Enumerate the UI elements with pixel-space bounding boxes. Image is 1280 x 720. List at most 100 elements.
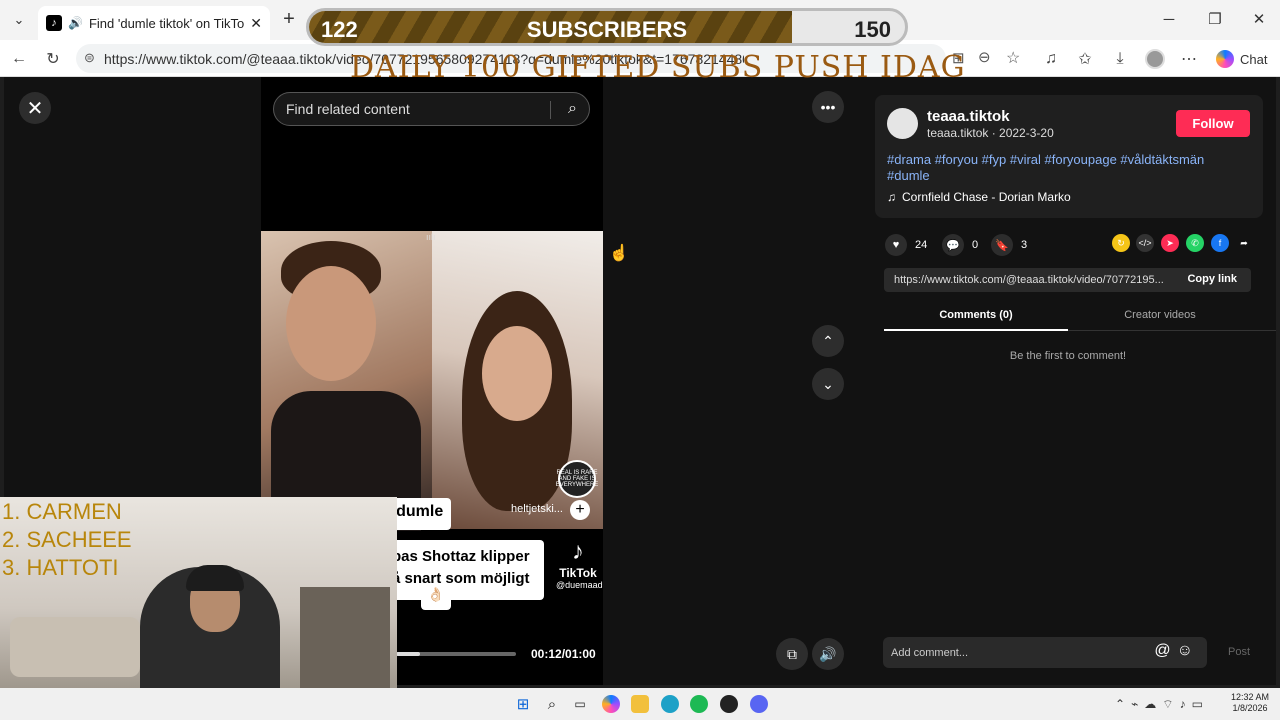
file-explorer-icon[interactable]: [631, 695, 649, 713]
like-stat[interactable]: ♥ 24: [885, 234, 927, 256]
discord-icon[interactable]: [750, 695, 768, 713]
share-more-icon[interactable]: ➦: [1235, 234, 1253, 252]
favorite-star-icon[interactable]: ☆: [1006, 48, 1020, 68]
tab-close-icon[interactable]: ✕: [250, 15, 262, 32]
tray-battery-icon[interactable]: ▭: [1192, 697, 1209, 711]
profile-avatar[interactable]: [1145, 49, 1165, 69]
add-comment-input[interactable]: Add comment... @☺: [883, 637, 1207, 668]
like-count: 24: [915, 239, 928, 251]
save-stat[interactable]: 🔖 3: [991, 234, 1027, 256]
post-hashtags[interactable]: #drama #foryou #fyp #viral #foryoupage #…: [887, 152, 1247, 184]
previous-video-button[interactable]: ⌃: [812, 325, 844, 357]
copilot-icon: [1216, 50, 1234, 68]
creator-subline: teaaa.tiktok · 2022-3-20: [927, 126, 1054, 140]
close-viewer-button[interactable]: ✕: [19, 92, 51, 124]
media-icon[interactable]: ♫: [1040, 48, 1062, 70]
music-info[interactable]: ♫ Cornfield Chase - Dorian Marko: [887, 190, 1071, 204]
mouse-cursor-icon: ☝: [609, 245, 629, 262]
spotify-icon[interactable]: [690, 695, 708, 713]
next-video-button[interactable]: ⌄: [812, 368, 844, 400]
download-icon[interactable]: ⤓: [1109, 48, 1131, 70]
person-face: [482, 326, 552, 421]
volume-icon: 🔊: [819, 645, 837, 662]
comment-stat[interactable]: 💬 0: [942, 234, 978, 256]
video-progress-bar[interactable]: [396, 652, 516, 656]
clock-date: 1/8/2026: [1232, 703, 1268, 713]
follow-button[interactable]: Follow: [1176, 110, 1250, 137]
person-face: [286, 266, 376, 381]
edge-icon[interactable]: [661, 695, 679, 713]
comment-count: 0: [972, 239, 979, 251]
more-options-button[interactable]: •••: [812, 91, 844, 123]
emoji-icon[interactable]: ☺: [1177, 642, 1199, 659]
taskbar-clock[interactable]: 12:32 AM 1/8/2026: [1225, 692, 1275, 714]
tab-comments[interactable]: Comments (0): [884, 303, 1068, 331]
tiktok-favicon-icon: ♪: [46, 15, 62, 31]
tray-chevron-icon[interactable]: ⌃: [1115, 697, 1131, 711]
mention-icon[interactable]: @: [1154, 642, 1176, 659]
streamer-beanie: [186, 565, 244, 591]
copilot-chat-button[interactable]: Chat: [1210, 46, 1273, 72]
copilot-taskbar-icon[interactable]: [602, 695, 620, 713]
share-repost-icon[interactable]: ↻: [1112, 234, 1130, 252]
tray-volume-icon[interactable]: ♪: [1180, 697, 1192, 711]
comment-tabs: Comments (0) Creator videos: [884, 303, 1276, 331]
creator-username[interactable]: teaaa.tiktok: [927, 108, 1010, 125]
restore-icon[interactable]: ❐: [1192, 0, 1238, 38]
reload-icon[interactable]: ↻: [42, 48, 64, 70]
heart-icon: ♥: [885, 234, 907, 256]
caption-line-2: å snart som möjligt: [392, 570, 530, 587]
rank-1: 1. CARMEN: [2, 499, 122, 524]
favorites-icon[interactable]: ✩: [1074, 48, 1096, 70]
close-icon: ✕: [26, 97, 44, 120]
pip-icon: ⧉: [787, 645, 797, 662]
tray-cloud-icon[interactable]: ☁: [1144, 697, 1162, 711]
search-icon[interactable]: ⌕: [568, 100, 577, 118]
tray-wifi-icon[interactable]: ⌔: [1162, 697, 1179, 711]
rank-3: 3. HATTOTI: [2, 555, 119, 580]
watermark-handle: @duemaad: [556, 580, 603, 590]
caption-line-1: bas Shottaz klipper: [392, 548, 530, 565]
post-button[interactable]: Post: [1228, 646, 1250, 658]
share-send-icon[interactable]: ➤: [1161, 234, 1179, 252]
tab-list-chevron-icon[interactable]: ⌄: [8, 9, 30, 31]
music-title: Cornfield Chase - Dorian Marko: [902, 190, 1071, 204]
video-link: https://www.tiktok.com/@teaaa.tiktok/vid…: [894, 274, 1164, 286]
follow-plus-icon[interactable]: +: [570, 500, 590, 520]
window-close-icon[interactable]: ✕: [1236, 0, 1280, 38]
volume-button[interactable]: 🔊: [812, 638, 844, 670]
minimize-icon[interactable]: ─: [1146, 0, 1192, 38]
video-link-box[interactable]: https://www.tiktok.com/@teaaa.tiktok/vid…: [884, 268, 1251, 292]
copy-link-button[interactable]: Copy link: [1187, 273, 1237, 285]
shelf: [300, 587, 390, 697]
comment-icon: 💬: [942, 234, 964, 256]
watermark-brand: TikTok: [559, 566, 597, 580]
obs-icon[interactable]: [720, 695, 738, 713]
zoom-icon[interactable]: ⊖: [978, 48, 991, 66]
tab-creator-videos[interactable]: Creator videos: [1068, 303, 1252, 331]
share-whatsapp-icon[interactable]: ✆: [1186, 234, 1204, 252]
site-info-icon[interactable]: ⊜: [84, 50, 95, 66]
share-embed-icon[interactable]: </>: [1136, 234, 1154, 252]
clock-time: 12:32 AM: [1230, 692, 1270, 702]
video-time: 00:12/01:00: [531, 647, 596, 661]
creator-avatar[interactable]: [887, 108, 918, 139]
chevron-down-icon: ⌄: [822, 375, 834, 392]
windows-start-icon[interactable]: ⊞: [514, 695, 532, 713]
new-tab-icon[interactable]: +: [278, 8, 300, 30]
browser-tab-active[interactable]: ♪ 🔊 Find 'dumle tiktok' on TikTok | ✕: [38, 6, 270, 40]
more-dots-icon: •••: [820, 99, 836, 115]
overlay-handle: heltjetski...: [511, 503, 563, 515]
share-facebook-icon[interactable]: f: [1211, 234, 1229, 252]
task-view-icon[interactable]: ▭: [571, 695, 589, 713]
search-taskbar-icon[interactable]: ⌕: [543, 695, 561, 713]
tab-title: Find 'dumle tiktok' on TikTok |: [88, 15, 245, 31]
system-tray[interactable]: ⌃⌁☁⌔♪▭: [1115, 697, 1209, 712]
pause-indicator-icon: ıılı: [426, 232, 436, 242]
search-related-input[interactable]: Find related content ⌕: [273, 92, 590, 126]
more-menu-icon[interactable]: ⋯: [1178, 48, 1200, 70]
speaker-icon[interactable]: 🔊: [68, 16, 83, 30]
back-icon[interactable]: ←: [8, 48, 30, 70]
pip-button[interactable]: ⧉: [776, 638, 808, 670]
tray-network-icon[interactable]: ⌁: [1131, 697, 1144, 711]
